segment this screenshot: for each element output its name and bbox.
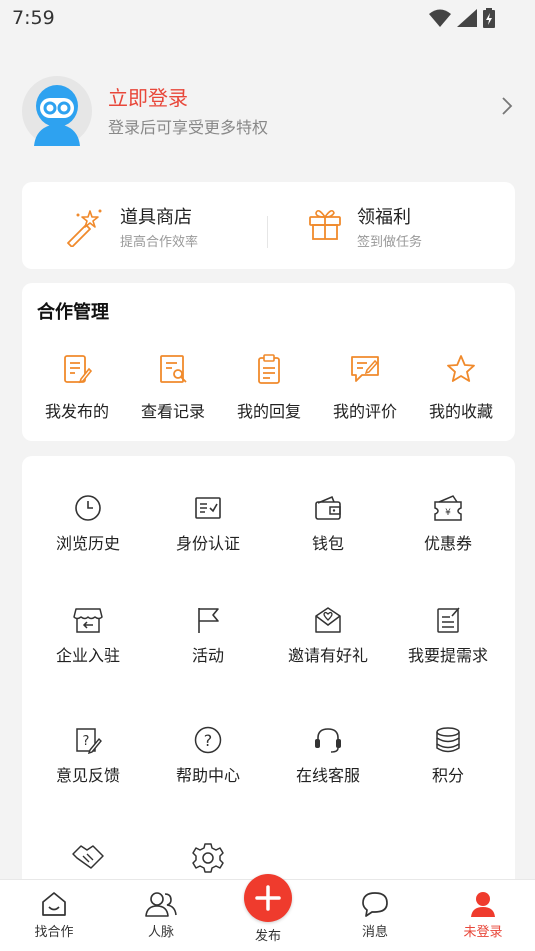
- comment-edit-icon: [351, 356, 379, 382]
- grid-item-settings[interactable]: [148, 842, 268, 874]
- tab-label: 未登录: [463, 925, 503, 940]
- grid-item-wallet[interactable]: 钱包: [268, 494, 388, 554]
- coop-item-records[interactable]: 查看记录: [125, 353, 221, 422]
- headset-icon: [315, 728, 341, 753]
- wallet-icon: [315, 495, 341, 520]
- feedback-icon: ?: [76, 728, 102, 754]
- grid-item-label: 钱包: [311, 534, 344, 553]
- tab-label: 人脉: [147, 925, 174, 940]
- grid-item-label: 我要提需求: [407, 646, 488, 665]
- prop-store-entry[interactable]: 道具商店 提高合作效率: [64, 182, 264, 269]
- home-smile-icon: [42, 892, 66, 916]
- tab-not-logged-in[interactable]: 未登录: [443, 890, 523, 940]
- tab-find-cooperation[interactable]: 找合作: [14, 890, 94, 940]
- coop-item-label: 我发布的: [44, 402, 109, 421]
- wifi-icon: [429, 9, 451, 27]
- login-subtitle: 登录后可享受更多特权: [108, 118, 269, 137]
- grid-item-label: 意见反馈: [55, 766, 120, 785]
- tab-label: 发布: [254, 929, 281, 944]
- gear-icon: [192, 843, 224, 873]
- grid-item-label: 身份认证: [175, 534, 240, 553]
- status-bar: 7:59: [0, 0, 535, 38]
- user-icon: [471, 892, 495, 917]
- grid-item-support[interactable]: 在线客服: [268, 726, 388, 786]
- gift-icon: [309, 209, 341, 240]
- grid-item-feedback[interactable]: ? 意见反馈: [28, 726, 148, 786]
- coop-item-label: 我的收藏: [428, 402, 493, 421]
- tab-publish[interactable]: 发布: [228, 874, 308, 944]
- services-grid: 浏览历史 身份认证 钱包 ¥ 优惠券 企业入驻 活动 邀请有好礼 我要提需求 ?…: [22, 456, 515, 896]
- coop-item-replies[interactable]: 我的回复: [221, 353, 317, 422]
- svg-text:¥: ¥: [445, 508, 451, 518]
- coop-item-favorites[interactable]: 我的收藏: [413, 353, 509, 422]
- coop-management-card: 合作管理 我发布的 查看记录 我的回复 我的评价 我的收藏: [22, 283, 515, 441]
- grid-item-label: 帮助中心: [175, 766, 240, 785]
- clock-icon: [75, 495, 101, 521]
- grid-item-invite[interactable]: 邀请有好礼: [268, 606, 388, 666]
- flag-icon: [198, 608, 219, 633]
- grid-item-enterprise[interactable]: 企业入驻: [28, 606, 148, 666]
- profile-header[interactable]: 立即登录 登录后可享受更多特权: [0, 60, 535, 160]
- battery-icon: [483, 8, 495, 28]
- grid-item-coupon[interactable]: ¥ 优惠券: [388, 494, 508, 554]
- note-edit-icon: [437, 607, 460, 633]
- grid-item-label: 浏览历史: [55, 534, 120, 553]
- coupon-icon: ¥: [434, 495, 462, 521]
- status-time: 7:59: [12, 7, 55, 29]
- grid-item-help[interactable]: ? 帮助中心: [148, 726, 268, 786]
- handshake-icon: [72, 845, 104, 869]
- prop-store-title: 道具商店: [120, 207, 192, 228]
- plus-icon: [255, 885, 281, 911]
- bottom-tab-bar: 找合作 人脉 发布 消息 未登录: [0, 874, 535, 951]
- avatar: [22, 76, 92, 146]
- envelope-heart-icon: [315, 607, 341, 633]
- magic-wand-icon: [67, 209, 102, 247]
- divider: [267, 216, 268, 248]
- grid-item-label: 优惠券: [423, 534, 472, 553]
- tab-label: 消息: [361, 925, 388, 940]
- coop-item-published[interactable]: 我发布的: [29, 353, 125, 422]
- clipboard-icon: [258, 354, 280, 384]
- welfare-subtitle: 签到做任务: [357, 235, 423, 250]
- grid-item-label: 积分: [431, 766, 464, 785]
- welfare-title: 领福利: [357, 207, 411, 228]
- tab-messages[interactable]: 消息: [335, 890, 415, 940]
- grid-item-label: 在线客服: [295, 766, 360, 785]
- tab-contacts[interactable]: 人脉: [121, 890, 201, 940]
- coop-item-label: 我的评价: [332, 402, 397, 421]
- signal-icon: [457, 9, 477, 27]
- coop-item-reviews[interactable]: 我的评价: [317, 353, 413, 422]
- coop-item-label: 查看记录: [140, 402, 205, 421]
- coop-title: 合作管理: [37, 302, 109, 323]
- grid-item-label: 企业入驻: [55, 646, 120, 665]
- login-title[interactable]: 立即登录: [108, 82, 188, 111]
- grid-item-history[interactable]: 浏览历史: [28, 494, 148, 554]
- prop-store-subtitle: 提高合作效率: [120, 235, 199, 250]
- welfare-entry[interactable]: 领福利 签到做任务: [308, 182, 498, 269]
- storefront-icon: [73, 608, 103, 633]
- help-circle-icon: ?: [194, 726, 222, 754]
- status-icons: [429, 8, 495, 28]
- id-card-icon: [195, 497, 221, 519]
- grid-item-request[interactable]: 我要提需求: [388, 606, 508, 666]
- tools-card: 道具商店 提高合作效率 领福利 签到做任务: [22, 182, 515, 269]
- publish-button[interactable]: [244, 874, 292, 922]
- coins-stack-icon: [436, 727, 460, 753]
- chat-bubble-icon: [362, 892, 388, 917]
- chevron-right-icon[interactable]: [501, 96, 513, 116]
- svg-text:?: ?: [204, 731, 213, 750]
- grid-item-cooperation[interactable]: [28, 842, 148, 872]
- coop-item-label: 我的回复: [236, 402, 301, 421]
- tab-label: 找合作: [34, 925, 74, 940]
- grid-item-label: 活动: [191, 646, 224, 665]
- grid-item-label: 邀请有好礼: [287, 646, 368, 665]
- grid-item-activity[interactable]: 活动: [148, 606, 268, 666]
- svg-text:?: ?: [83, 734, 90, 749]
- star-icon: [447, 355, 475, 382]
- people-icon: [145, 892, 177, 917]
- grid-item-points[interactable]: 积分: [388, 726, 508, 786]
- edit-document-icon: [64, 355, 93, 384]
- grid-item-identity[interactable]: 身份认证: [148, 494, 268, 554]
- document-search-icon: [160, 355, 187, 383]
